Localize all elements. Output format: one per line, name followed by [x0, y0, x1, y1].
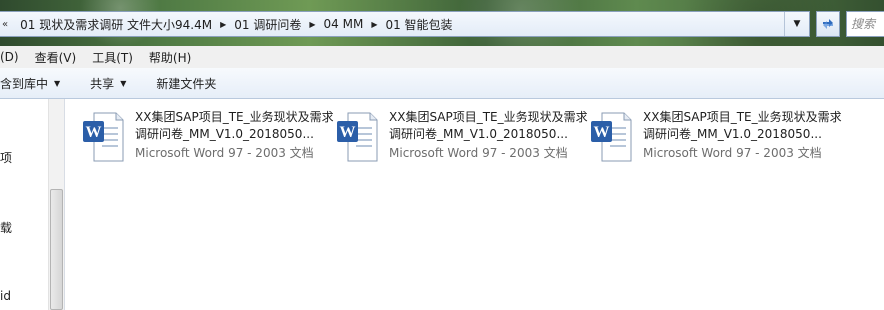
refresh-button[interactable]: [816, 11, 840, 37]
nav-scrollbar[interactable]: [48, 99, 65, 310]
search-input[interactable]: 搜索: [846, 11, 884, 37]
chevron-down-icon: ▼: [54, 78, 61, 88]
breadcrumb-item[interactable]: 04 MM: [318, 17, 370, 31]
word-doc-icon: W: [591, 112, 632, 162]
svg-text:W: W: [340, 124, 356, 141]
file-list: W XX集团SAP项目_TE_业务现状及需求调研问卷_MM_V1.0_20180…: [65, 99, 884, 310]
chevron-down-icon: ▼: [120, 78, 127, 88]
menu-view[interactable]: 查看(V): [27, 49, 85, 66]
file-type: Microsoft Word 97 - 2003 文档: [135, 146, 314, 160]
share-label: 共享: [90, 76, 115, 91]
breadcrumb-item[interactable]: 01 智能包装: [379, 16, 458, 33]
breadcrumb-arrow-icon[interactable]: ▶: [369, 20, 379, 29]
include-in-library-label: 含到库中: [0, 76, 49, 91]
word-doc-icon: W: [83, 112, 124, 162]
file-item[interactable]: W XX集团SAP项目_TE_业务现状及需求调研问卷_MM_V1.0_20180…: [336, 109, 588, 165]
word-doc-icon: W: [337, 112, 378, 162]
file-type: Microsoft Word 97 - 2003 文档: [643, 146, 822, 160]
address-dropdown-icon[interactable]: ▼: [784, 12, 809, 36]
share-button[interactable]: 共享 ▼: [75, 75, 141, 92]
menu-edit[interactable]: (D): [0, 50, 27, 64]
nav-item[interactable]: id: [0, 289, 11, 303]
file-name: XX集团SAP项目_TE_业务现状及需求调研问卷_MM_V1.0_2018050…: [643, 110, 842, 141]
menu-tools[interactable]: 工具(T): [84, 49, 141, 66]
overflow-chevron-icon[interactable]: «: [2, 19, 8, 30]
include-in-library-button[interactable]: 含到库中 ▼: [0, 75, 75, 92]
nav-item[interactable]: 项: [0, 149, 12, 166]
file-type: Microsoft Word 97 - 2003 文档: [389, 146, 568, 160]
file-name: XX集团SAP项目_TE_业务现状及需求调研问卷_MM_V1.0_2018050…: [389, 110, 588, 141]
svg-text:W: W: [86, 124, 102, 141]
breadcrumb-arrow-icon[interactable]: ▶: [307, 20, 317, 29]
file-item[interactable]: W XX集团SAP项目_TE_业务现状及需求调研问卷_MM_V1.0_20180…: [590, 109, 842, 165]
menu-help[interactable]: 帮助(H): [141, 49, 199, 66]
refresh-icon: [823, 19, 833, 29]
file-name: XX集团SAP项目_TE_业务现状及需求调研问卷_MM_V1.0_2018050…: [135, 110, 334, 141]
file-item[interactable]: W XX集团SAP项目_TE_业务现状及需求调研问卷_MM_V1.0_20180…: [82, 109, 334, 165]
breadcrumb-item[interactable]: 01 调研问卷: [228, 16, 307, 33]
scrollbar-thumb[interactable]: [50, 189, 63, 310]
breadcrumb-arrow-icon[interactable]: ▶: [218, 20, 228, 29]
command-bar: 含到库中 ▼ 共享 ▼ 新建文件夹: [0, 68, 884, 99]
svg-text:W: W: [594, 124, 610, 141]
breadcrumb-item[interactable]: 01 现状及需求调研 文件大小94.4M: [14, 16, 218, 33]
nav-item[interactable]: 载: [0, 219, 12, 236]
address-bar[interactable]: « 01 现状及需求调研 文件大小94.4M ▶ 01 调研问卷 ▶ 04 MM…: [0, 11, 810, 37]
navigation-pane: 项 载 id: [0, 99, 48, 310]
new-folder-button[interactable]: 新建文件夹: [141, 75, 231, 92]
menu-bar: (D) 查看(V) 工具(T) 帮助(H): [0, 46, 884, 69]
